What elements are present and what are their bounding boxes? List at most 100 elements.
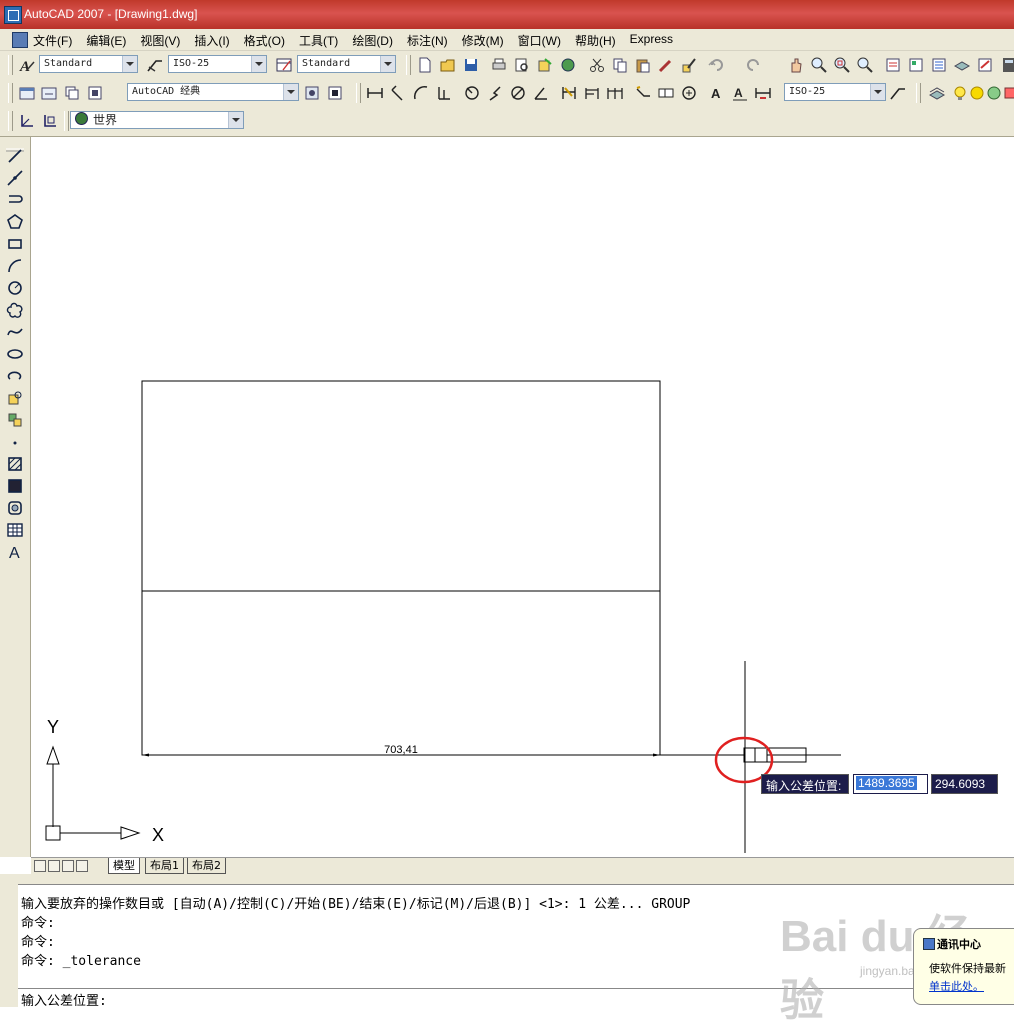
- workspace-gear-icon[interactable]: [303, 84, 321, 102]
- ellipse-arc-icon[interactable]: [6, 367, 24, 385]
- document-icon[interactable]: [12, 32, 28, 48]
- plot-preview-icon[interactable]: [513, 56, 531, 74]
- toolbar-grip[interactable]: [8, 55, 13, 75]
- chevron-down-icon[interactable]: [870, 84, 885, 100]
- menu-dimension[interactable]: 标注(N): [407, 32, 448, 49]
- make-block-icon[interactable]: [6, 411, 24, 429]
- dim-style-icon[interactable]: [146, 56, 164, 74]
- light-bulb-icon[interactable]: [951, 84, 969, 102]
- hatch-icon[interactable]: [6, 455, 24, 473]
- tolerance-icon[interactable]: [657, 84, 675, 102]
- tool-palettes-icon[interactable]: [930, 56, 948, 74]
- menu-edit[interactable]: 编辑(E): [86, 32, 126, 49]
- copy-icon[interactable]: [611, 56, 629, 74]
- quickcalc-icon[interactable]: [1000, 56, 1014, 74]
- menu-window[interactable]: 窗口(W): [518, 32, 561, 49]
- arc-icon[interactable]: [6, 257, 24, 275]
- multiline-text-icon[interactable]: A: [6, 543, 24, 562]
- insert-block-icon[interactable]: [6, 389, 24, 407]
- 3d-dwf-icon[interactable]: [559, 56, 577, 74]
- zoom-realtime-icon[interactable]: [810, 56, 828, 74]
- zoom-previous-icon[interactable]: [856, 56, 874, 74]
- dim-style-control[interactable]: ISO-25: [784, 83, 886, 101]
- aligned-dimension-icon[interactable]: [389, 84, 407, 102]
- toolbar-grip[interactable]: [406, 55, 411, 75]
- baseline-dimension-icon[interactable]: [583, 84, 601, 102]
- radius-dimension-icon[interactable]: [463, 84, 481, 102]
- diameter-dimension-icon[interactable]: [509, 84, 527, 102]
- menu-tools[interactable]: 工具(T): [299, 32, 338, 49]
- dimension-text[interactable]: 703,41: [384, 744, 418, 756]
- properties-icon[interactable]: [884, 56, 902, 74]
- previous-tab-icon[interactable]: [48, 860, 60, 872]
- polyline-icon[interactable]: [6, 191, 24, 209]
- workspace-select[interactable]: AutoCAD 经典: [127, 83, 299, 101]
- markup-set-manager-icon[interactable]: [976, 56, 994, 74]
- last-tab-icon[interactable]: [76, 860, 88, 872]
- construction-line-icon[interactable]: [6, 169, 24, 187]
- first-tab-icon[interactable]: [34, 860, 46, 872]
- zoom-window-icon[interactable]: [833, 56, 851, 74]
- dynamic-input-y[interactable]: 294.6093: [931, 774, 998, 794]
- toolbar-grip[interactable]: [356, 83, 361, 103]
- quick-dimension-icon[interactable]: [560, 84, 578, 102]
- point-icon[interactable]: [6, 433, 24, 451]
- toolbar-grip[interactable]: [64, 111, 69, 131]
- layer-previous-icon[interactable]: [63, 84, 81, 102]
- line-icon[interactable]: [6, 147, 24, 165]
- chevron-down-icon[interactable]: [251, 56, 266, 72]
- notification-link[interactable]: 单击此处。: [929, 978, 984, 994]
- save-icon[interactable]: [462, 56, 480, 74]
- ucs-select[interactable]: 世界: [70, 111, 244, 129]
- angular-dimension-icon[interactable]: [532, 84, 550, 102]
- chevron-down-icon[interactable]: [228, 112, 243, 128]
- workspace-settings-icon[interactable]: [40, 84, 58, 102]
- toolbar-grip[interactable]: [8, 111, 13, 131]
- layer-states-icon[interactable]: [86, 84, 104, 102]
- drawing-area[interactable]: 703,41 Y X 输入公差位置: 1489.3695 294.6093: [31, 137, 1014, 857]
- spline-icon[interactable]: [6, 323, 24, 341]
- workspace-icon[interactable]: [18, 84, 36, 102]
- menu-insert[interactable]: 插入(I): [194, 32, 229, 49]
- dim-style-select[interactable]: ISO-25: [168, 55, 267, 73]
- table-style-icon[interactable]: [275, 56, 293, 74]
- toolbar-grip[interactable]: [916, 83, 921, 103]
- ucs-icon[interactable]: [18, 112, 36, 130]
- linear-dimension-icon[interactable]: [366, 84, 384, 102]
- menu-format[interactable]: 格式(O): [244, 32, 285, 49]
- menu-express[interactable]: Express: [630, 32, 673, 49]
- ucs-named-icon[interactable]: [41, 112, 59, 130]
- sheet-set-manager-icon[interactable]: [953, 56, 971, 74]
- dimension-text-edit-icon[interactable]: A: [731, 84, 749, 102]
- gradient-icon[interactable]: [6, 477, 24, 495]
- menu-view[interactable]: 视图(V): [140, 32, 180, 49]
- autocad-app-icon[interactable]: [4, 6, 22, 24]
- rectangle-icon[interactable]: [6, 235, 24, 253]
- tab-model[interactable]: 模型: [108, 858, 140, 874]
- layer-color-icon[interactable]: [1002, 84, 1014, 102]
- menu-help[interactable]: 帮助(H): [575, 32, 616, 49]
- publish-icon[interactable]: [536, 56, 554, 74]
- design-center-icon[interactable]: [907, 56, 925, 74]
- chevron-down-icon[interactable]: [380, 56, 395, 72]
- jogged-dimension-icon[interactable]: [486, 84, 504, 102]
- lock-icon[interactable]: [985, 84, 1003, 102]
- cut-icon[interactable]: [588, 56, 606, 74]
- menu-file[interactable]: 文件(F): [33, 32, 72, 49]
- tab-layout2[interactable]: 布局2: [187, 858, 226, 874]
- arc-length-icon[interactable]: [412, 84, 430, 102]
- chevron-down-icon[interactable]: [283, 84, 298, 100]
- circle-icon[interactable]: [6, 279, 24, 297]
- dimension-edit-icon[interactable]: A: [708, 84, 726, 102]
- continue-dimension-icon[interactable]: [606, 84, 624, 102]
- chevron-down-icon[interactable]: [122, 56, 137, 72]
- revision-cloud-icon[interactable]: [6, 301, 24, 319]
- ordinate-dimension-icon[interactable]: [435, 84, 453, 102]
- menu-draw[interactable]: 绘图(D): [352, 32, 393, 49]
- block-editor-icon[interactable]: [680, 56, 698, 74]
- toolbar-grip[interactable]: [8, 83, 13, 103]
- pan-realtime-icon[interactable]: [787, 56, 805, 74]
- communication-center-balloon[interactable]: 通讯中心 使软件保持最新 单击此处。: [913, 928, 1014, 1005]
- table-icon[interactable]: [6, 521, 24, 539]
- tab-layout1[interactable]: 布局1: [145, 858, 184, 874]
